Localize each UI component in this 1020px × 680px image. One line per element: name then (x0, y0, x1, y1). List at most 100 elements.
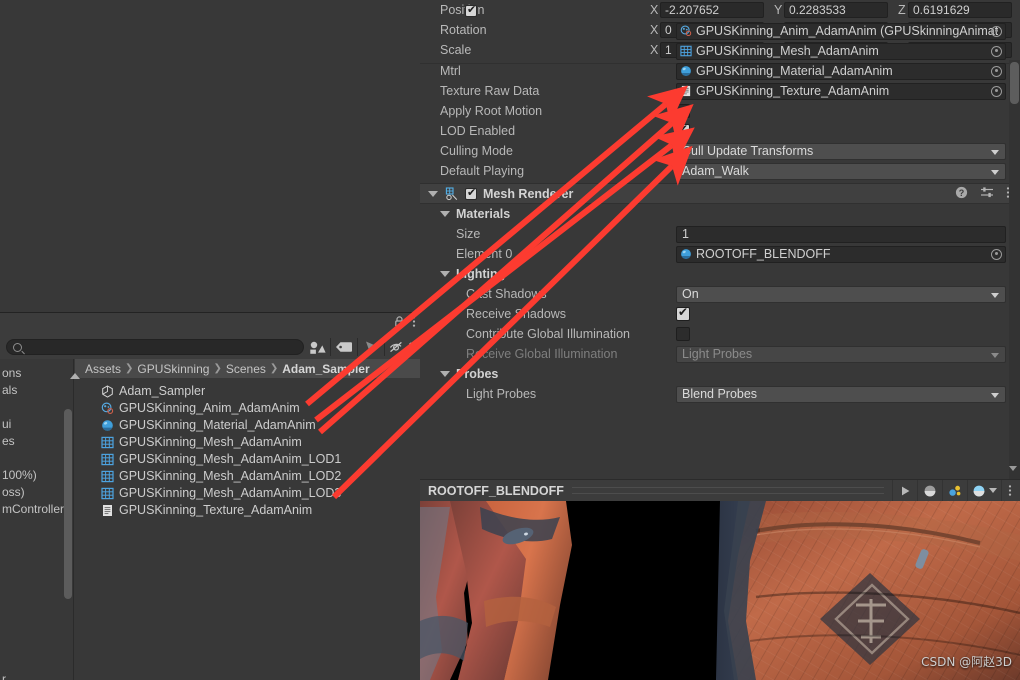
animation-clip-icon (680, 24, 693, 38)
light-probes-label: Light Probes (466, 387, 537, 401)
preview-options-icon[interactable] (1001, 479, 1018, 502)
list-item[interactable]: GPUSKinning_Mesh_AdamAnim_LOD3 (75, 485, 420, 502)
animation-icon[interactable] (942, 479, 967, 502)
foldout-arrow-icon[interactable] (428, 190, 438, 197)
axis-x-label: X (650, 43, 659, 57)
list-item[interactable]: GPUSKinning_Mesh_AdamAnim (75, 434, 420, 451)
default-playing-dropdown[interactable]: Adam_Walk (676, 162, 1006, 180)
position-z-field[interactable]: 0.6191629 (908, 2, 1012, 18)
foldout-arrow-icon[interactable] (440, 271, 450, 277)
breadcrumb-collapse-icon[interactable] (70, 372, 80, 379)
anim-object-field[interactable]: GPUSKinning_Anim_AdamAnim (GPUSkinningAn… (676, 22, 1006, 40)
lighting-icon[interactable] (917, 479, 942, 502)
project-menu-icon[interactable] (412, 315, 416, 330)
lod-enabled-checkbox[interactable] (676, 124, 690, 138)
materials-size-row: Size 1 (420, 224, 1020, 244)
tree-scrollbar-thumb[interactable] (64, 409, 72, 599)
preview-drag-lines[interactable] (571, 487, 884, 494)
cast-shadows-value: On (682, 287, 699, 301)
hidden-packages-button[interactable]: 2 (385, 337, 419, 357)
list-item-label: GPUSKinning_Anim_AdamAnim (119, 401, 300, 415)
texture-raw-data-object-field[interactable]: GPUSKinning_Texture_AdamAnim (676, 82, 1006, 100)
search-input[interactable] (26, 341, 296, 353)
mesh-object-field[interactable]: GPUSKinning_Mesh_AdamAnim (676, 42, 1006, 60)
materials-size-label: Size (456, 227, 481, 241)
texture-raw-data-value: GPUSKinning_Texture_AdamAnim (696, 84, 890, 98)
position-x-field[interactable]: -2.207652 (660, 2, 764, 18)
environment-icon[interactable] (967, 479, 1001, 502)
preset-icon[interactable] (980, 186, 994, 202)
light-probes-dropdown[interactable]: Blend Probes (676, 385, 1006, 403)
help-icon[interactable]: ? (955, 186, 968, 202)
receive-shadows-checkbox[interactable] (676, 307, 690, 321)
mesh-renderer-enabled-checkbox[interactable] (465, 186, 477, 200)
materials-size-field[interactable]: 1 (676, 225, 1006, 243)
inspector-scrollbar[interactable] (1009, 60, 1020, 480)
create-asset-button[interactable] (304, 337, 330, 357)
materials-element0-row: Element 0 ROOTOFF_BLENDOFF (420, 244, 1020, 264)
breadcrumb-item-gpuskinning[interactable]: GPUSkinning (137, 362, 209, 376)
tree-item[interactable]: es (0, 433, 73, 450)
label-filter-button[interactable] (331, 337, 357, 357)
tree-item[interactable]: 100%) (0, 467, 73, 484)
list-item-label: GPUSKinning_Mesh_AdamAnim_LOD1 (119, 452, 342, 466)
scroll-down-arrow-icon[interactable] (1009, 466, 1017, 471)
preview-header-bar: ROOTOFF_BLENDOFF (420, 479, 1020, 502)
culling-mode-value: Cull Update Transforms (682, 144, 814, 158)
object-picker-icon[interactable] (991, 85, 1002, 97)
object-picker-icon[interactable] (991, 248, 1002, 260)
cast-shadows-row: Cast Shadows On (420, 284, 1020, 304)
list-item[interactable]: GPUSKinning_Anim_AdamAnim (75, 400, 420, 417)
materials-element0-object-field[interactable]: ROOTOFF_BLENDOFF (676, 245, 1006, 263)
object-picker-icon[interactable] (991, 65, 1002, 77)
tree-item[interactable]: oss) (0, 484, 73, 501)
project-folder-tree[interactable]: ons als ui es 100%) oss) mController r l… (0, 359, 74, 680)
foldout-arrow-icon[interactable] (440, 211, 450, 217)
apply-root-motion-checkbox[interactable] (676, 104, 690, 118)
material-preview-image[interactable]: CSDN @阿赵3D (420, 501, 1020, 680)
tree-item[interactable]: r (0, 671, 73, 680)
list-item[interactable]: Adam_Sampler (75, 383, 420, 400)
breadcrumb-item-assets[interactable]: Assets (85, 362, 121, 376)
foldout-arrow-icon[interactable] (440, 371, 450, 377)
breadcrumb-item-scenes[interactable]: Scenes (226, 362, 266, 376)
left-region: 2 ons als ui es 100%) oss) mController r… (0, 0, 420, 680)
culling-mode-dropdown[interactable]: Cull Update Transforms (676, 142, 1006, 160)
tree-item[interactable]: ons (0, 365, 73, 382)
lock-icon[interactable] (394, 315, 405, 330)
tree-item[interactable]: mController (0, 501, 73, 518)
list-item[interactable]: GPUSKinning_Material_AdamAnim (75, 417, 420, 434)
mesh-renderer-component-header[interactable]: Mesh Renderer ? (420, 183, 1020, 204)
contribute-gi-checkbox[interactable] (676, 327, 690, 341)
lighting-section-header[interactable]: Lighting (420, 264, 1020, 284)
probes-section-header[interactable]: Probes (420, 364, 1020, 384)
list-item[interactable]: GPUSKinning_Mesh_AdamAnim_LOD1 (75, 451, 420, 468)
lod-enabled-row: LOD Enabled (420, 121, 1020, 141)
mtrl-object-field[interactable]: GPUSKinning_Material_AdamAnim (676, 62, 1006, 80)
object-picker-icon[interactable] (991, 25, 1002, 37)
position-y-field[interactable]: 0.2283533 (784, 2, 888, 18)
favorite-filter-button[interactable] (358, 337, 384, 357)
default-playing-row: Default Playing Adam_Walk (420, 161, 1020, 181)
play-icon[interactable] (892, 479, 917, 502)
breadcrumb-item-current[interactable]: Adam_Sampler (282, 362, 369, 376)
tree-item[interactable]: ui (0, 416, 73, 433)
inspector-scrollbar-thumb[interactable] (1010, 62, 1019, 104)
material-icon (680, 65, 693, 78)
mtrl-property-row: Mtrl GPUSKinning_Material_AdamAnim (420, 61, 1020, 81)
contribute-gi-row: Contribute Global Illumination (420, 324, 1020, 344)
project-file-list: Assets ❯ GPUSkinning ❯ Scenes ❯ Adam_Sam… (70, 359, 420, 680)
mesh-icon (101, 453, 114, 466)
search-field[interactable] (6, 339, 304, 355)
materials-section-label: Materials (456, 207, 511, 221)
list-item[interactable]: GPUSKinning_Mesh_AdamAnim_LOD2 (75, 468, 420, 485)
tree-item[interactable]: als (0, 382, 73, 399)
object-picker-icon[interactable] (991, 45, 1002, 57)
svg-text:?: ? (959, 188, 965, 198)
list-item[interactable]: GPUSKinning_Texture_AdamAnim (75, 502, 420, 519)
materials-section-header[interactable]: Materials (420, 204, 1020, 224)
light-probes-row: Light Probes Blend Probes (420, 384, 1020, 404)
component-enabled-checkbox[interactable] (465, 3, 477, 17)
cast-shadows-dropdown[interactable]: On (676, 285, 1006, 303)
